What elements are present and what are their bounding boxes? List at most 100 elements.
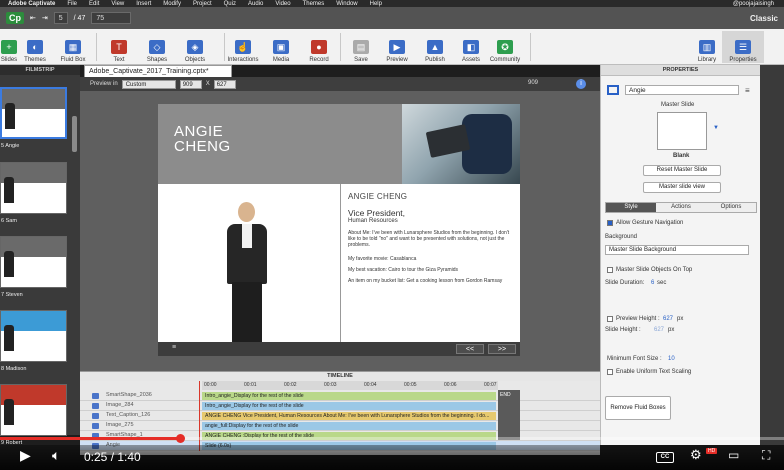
toolbar-community-button[interactable]: ✪ Community (484, 31, 526, 63)
timeline-bar[interactable]: Intro_angie_Display for the rest of the … (202, 402, 496, 410)
menubar-view[interactable]: View (111, 1, 124, 7)
toolbar-fluid-box-button[interactable]: ▦ Fluid Box (52, 31, 94, 63)
slide-divider (340, 184, 341, 344)
min-font-input[interactable]: 10 (668, 356, 675, 362)
menubar-quiz[interactable]: Quiz (224, 1, 236, 7)
menubar-video[interactable]: Video (275, 1, 290, 7)
timeline-row[interactable]: Image_275 angie_full:Display for the rest… (80, 421, 600, 431)
master-slide-preview[interactable] (657, 112, 707, 150)
slide-canvas[interactable]: ANGIE CHENG ANGIE CHENG Vice President, … (158, 104, 520, 356)
captions-icon[interactable]: CC (656, 452, 674, 463)
slide-menu-icon[interactable]: ≡ (172, 344, 176, 351)
timeline-row[interactable]: SmartShape_2036 Intro_angie_Display for t… (80, 391, 600, 401)
filmstrip-thumbnail[interactable] (0, 310, 67, 362)
info-icon[interactable]: i (576, 79, 586, 89)
filmstrip-thumbnail[interactable] (0, 87, 67, 139)
toolbar-text-button[interactable]: T Text (98, 31, 140, 63)
tab-options[interactable]: Options (706, 203, 756, 212)
remove-fluid-boxes-button[interactable]: Remove Fluid Boxes (605, 396, 671, 420)
timeline-ruler[interactable]: 00:00 00:01 00:02 00:03 00:04 00:05 00:06 00:07 (202, 381, 498, 390)
toolbar-record-button[interactable]: ● Record (298, 31, 340, 63)
filmstrip-scrollbar[interactable] (72, 116, 77, 152)
filmstrip-thumb-label: 8 Madison (1, 366, 27, 372)
tablet-photo (402, 104, 520, 184)
master-view-button[interactable]: Master slide view (643, 182, 721, 193)
gesture-checkbox[interactable] (607, 220, 613, 226)
menubar-themes[interactable]: Themes (303, 1, 325, 7)
toolbar-label: Objects (184, 57, 206, 63)
reset-master-button[interactable]: Reset Master Slide (643, 165, 721, 176)
settings-gear-icon[interactable]: ⚙ (690, 448, 702, 462)
next-slide-icon[interactable]: ⇥ (42, 14, 48, 22)
layer-type-icon (92, 413, 99, 419)
device-select[interactable]: Custom (121, 79, 176, 89)
timeline-bar[interactable]: angie_full:Display for the rest of the s… (202, 422, 496, 430)
duration-input[interactable]: 6 (651, 280, 654, 286)
master-on-top-checkbox[interactable] (607, 267, 613, 273)
slide-number-input[interactable]: 5 (53, 12, 68, 24)
grid-icon: ▦ (65, 40, 81, 54)
filmstrip-thumbnail[interactable] (0, 236, 67, 288)
slide-name-large[interactable]: ANGIE CHENG (174, 124, 231, 154)
theater-mode-icon[interactable]: ▭ (728, 448, 739, 462)
menubar-audio[interactable]: Audio (248, 1, 263, 7)
menubar-project[interactable]: Project (193, 1, 212, 7)
menubar-file[interactable]: File (67, 1, 77, 7)
prev-slide-icon[interactable]: ⇤ (30, 14, 36, 22)
slide-next-button[interactable]: >> (488, 344, 516, 354)
timeline-bar[interactable]: ANGIE CHENG Vice President, Human Resour… (202, 412, 496, 420)
tab-style[interactable]: Style (606, 203, 656, 212)
workspace-select[interactable]: Classic (750, 14, 778, 23)
toolbar-media-button[interactable]: ▣ Media (260, 31, 302, 63)
preview-in-label: Preview in (90, 81, 118, 87)
slide-height-label: Slide Height : (605, 327, 641, 333)
mic-icon: ● (311, 40, 327, 54)
menubar-insert[interactable]: Insert (136, 1, 151, 7)
duration-label: Slide Duration: (605, 280, 645, 286)
preview-height-input[interactable]: 627 (663, 316, 673, 322)
timeline-header[interactable]: TIMELINE (80, 371, 600, 381)
preview-width-input[interactable]: 909 (179, 79, 202, 89)
toolbar-separator (96, 33, 97, 61)
slide-prev-button[interactable]: << (456, 344, 484, 354)
slide-name-input[interactable]: Angie (625, 85, 739, 95)
master-slide-name: Blank (673, 153, 690, 159)
menubar-edit[interactable]: Edit (89, 1, 99, 7)
toolbar-objects-button[interactable]: ◈ Objects (174, 31, 216, 63)
min-font-label: Minimum Font Size : (607, 356, 662, 362)
timeline-row[interactable]: Image_284 Intro_angie_Display for the res… (80, 401, 600, 411)
filmstrip-thumbnail[interactable] (0, 162, 67, 214)
timeline-playhead[interactable] (199, 381, 200, 451)
preview-height-label: Preview Height : (616, 316, 660, 322)
uniform-text-checkbox[interactable] (607, 369, 613, 375)
zoom-select[interactable]: 75 (91, 12, 132, 24)
volume-icon[interactable]: 🔈︎ (52, 448, 60, 462)
menubar-window[interactable]: Window (336, 1, 357, 7)
filmstrip-thumbnail[interactable] (0, 384, 67, 436)
play-icon[interactable]: ▶︎ (20, 448, 31, 462)
fullscreen-icon[interactable]: ⛶ (762, 448, 770, 462)
panel-options-icon[interactable]: ≡ (745, 86, 750, 95)
toolbar-properties-button[interactable]: ☰ Properties (722, 31, 764, 63)
timeline-bar[interactable]: Intro_angie_Display for the rest of the … (202, 392, 496, 400)
toolbar-preview-button[interactable]: ▶ Preview (376, 31, 418, 63)
slide-type-icon (607, 85, 619, 95)
document-tab[interactable]: Adobe_Captivate_2017_Training.cptx* (84, 65, 232, 77)
preview-height-checkbox[interactable] (607, 316, 613, 322)
toolbar-interactions-button[interactable]: ☝ Interactions (222, 31, 264, 63)
preview-height-input[interactable]: 627 (213, 79, 236, 89)
image-icon: ▣ (273, 40, 289, 54)
app-topbar: Cp ⇤ ⇥ 5 / 47 75 Classic (0, 7, 784, 29)
tab-actions[interactable]: Actions (656, 203, 706, 212)
timeline-row[interactable]: Text_Caption_126 ANGIE CHENG Vice Preside… (80, 411, 600, 421)
background-select[interactable]: Master Slide Background (605, 245, 749, 255)
toolbar-themes-button[interactable]: ◐ Themes (14, 31, 56, 63)
person-photo[interactable] (222, 200, 272, 344)
menubar-help[interactable]: Help (370, 1, 382, 7)
menubar-modify[interactable]: Modify (163, 1, 181, 7)
slide-about-text: About Me: I've been with Lunarsphere Stu… (348, 230, 510, 248)
menubar-app-name[interactable]: Adobe Captivate (8, 1, 55, 7)
master-dropdown-icon[interactable]: ▼ (713, 125, 719, 131)
toolbar-shapes-button[interactable]: ◇ Shapes (136, 31, 178, 63)
timeline-tick-label: 00:06 (444, 382, 457, 388)
